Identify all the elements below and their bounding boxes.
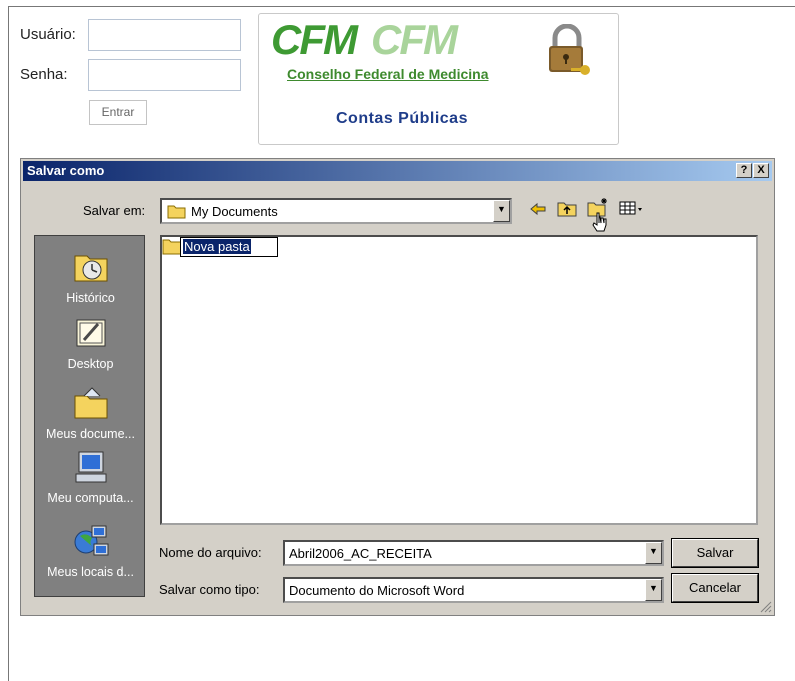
password-input[interactable] <box>88 59 241 91</box>
section-title: Contas Públicas <box>336 110 468 127</box>
file-type-label: Salvar como tipo: <box>159 582 260 597</box>
user-input[interactable] <box>88 19 241 51</box>
place-label: Desktop <box>67 357 114 371</box>
dialog-title: Salvar como <box>27 163 105 178</box>
chevron-down-icon[interactable]: ▼ <box>645 542 662 564</box>
rename-box[interactable]: Nova pasta <box>180 237 278 257</box>
dialog-titlebar[interactable]: Salvar como ? X <box>23 161 772 181</box>
folder-icon <box>162 239 182 255</box>
file-name-combo[interactable]: Abril2006_AC_RECEITA ▼ <box>283 540 664 566</box>
place-network[interactable]: Meus locais d... <box>35 522 146 579</box>
place-label: Meu computa... <box>47 491 134 505</box>
cfm-logo-shadow: CFM <box>371 16 458 63</box>
places-bar: Histórico Desktop Meus docume... Meu com… <box>34 235 145 597</box>
place-desktop[interactable]: Desktop <box>35 314 146 371</box>
save-in-combo[interactable]: My Documents ▼ <box>160 198 512 224</box>
folder-icon <box>167 205 186 219</box>
my-documents-icon <box>74 387 107 419</box>
save-in-value: My Documents <box>191 204 278 219</box>
cancel-button[interactable]: Cancelar <box>671 573 759 603</box>
place-label: Meus docume... <box>46 427 135 441</box>
file-type-value: Documento do Microsoft Word <box>289 583 465 598</box>
cfm-logo-box[interactable]: CFM CFM Conselho Federal de Medicina Con… <box>258 13 619 145</box>
place-history[interactable]: Histórico <box>35 248 146 305</box>
network-places-icon <box>74 525 108 556</box>
user-label: Usuário: <box>20 26 76 43</box>
save-button[interactable]: Salvar <box>671 538 759 568</box>
file-name-value[interactable]: Abril2006_AC_RECEITA <box>289 546 432 561</box>
up-folder-icon[interactable] <box>557 200 577 217</box>
resize-grip-icon[interactable] <box>760 601 772 613</box>
my-computer-icon <box>75 451 106 483</box>
file-name-label: Nome do arquivo: <box>159 545 262 560</box>
place-my-computer[interactable]: Meu computa... <box>35 448 146 505</box>
file-type-combo[interactable]: Documento do Microsoft Word ▼ <box>283 577 664 603</box>
desktop-icon <box>76 319 105 347</box>
view-menu-icon[interactable] <box>619 200 645 217</box>
chevron-down-icon[interactable]: ▼ <box>645 579 662 601</box>
password-label: Senha: <box>20 66 68 83</box>
history-icon <box>74 255 107 282</box>
chevron-down-icon[interactable]: ▼ <box>493 200 510 222</box>
org-name: Conselho Federal de Medicina <box>287 66 489 82</box>
padlock-icon <box>549 24 590 75</box>
new-folder-name[interactable]: Nova pasta <box>183 239 251 254</box>
place-label: Histórico <box>66 291 115 305</box>
save-as-dialog: Salvar como ? X Salvar em: My Documents … <box>20 158 775 616</box>
help-button[interactable]: ? <box>736 163 752 178</box>
save-in-label: Salvar em: <box>83 203 146 218</box>
file-list[interactable]: Nova pasta <box>160 235 758 525</box>
back-icon[interactable] <box>529 201 547 217</box>
place-label: Meus locais d... <box>47 565 134 579</box>
place-my-documents[interactable]: Meus docume... <box>35 384 146 441</box>
cfm-logo-text: CFM <box>271 16 358 63</box>
entrar-button[interactable]: Entrar <box>89 100 147 125</box>
close-button[interactable]: X <box>753 163 769 178</box>
